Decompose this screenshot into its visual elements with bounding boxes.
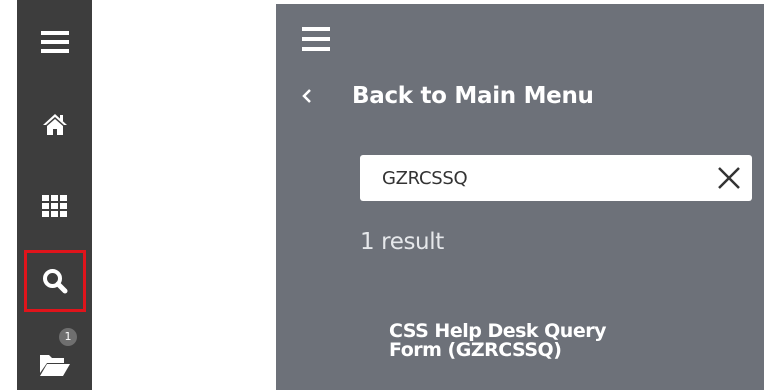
result-title-line2: Form (GZRCSSQ) (389, 339, 562, 361)
back-to-main-menu-link[interactable]: Back to Main Menu (300, 76, 594, 116)
search-input[interactable] (360, 156, 702, 200)
home-icon (42, 114, 67, 135)
recent-count-badge: 1 (59, 328, 77, 346)
hamburger-menu-icon (40, 31, 69, 53)
grid-icon (41, 195, 67, 217)
sidebar-applications-button[interactable] (17, 166, 92, 246)
sidebar-home-button[interactable] (17, 84, 92, 164)
search-field (360, 155, 752, 201)
panel-menu-button[interactable] (302, 26, 330, 52)
back-label: Back to Main Menu (352, 83, 594, 109)
clear-search-button[interactable] (716, 165, 742, 191)
hamburger-menu-icon (302, 27, 330, 51)
search-result-item[interactable]: CSS Help Desk Query Form (GZRCSSQ) (389, 322, 709, 360)
result-count: 1 result (360, 229, 444, 255)
folder-open-icon (39, 355, 70, 376)
sidebar-search-button[interactable] (24, 250, 86, 312)
search-icon (43, 269, 68, 294)
icon-sidebar: 1 (17, 0, 92, 390)
sidebar-recent-button[interactable]: 1 (17, 322, 92, 390)
sidebar-menu-button[interactable] (17, 2, 92, 82)
search-panel: Back to Main Menu 1 result CSS Help Desk… (276, 4, 764, 390)
close-icon (718, 167, 740, 189)
chevron-left-icon (302, 89, 311, 103)
